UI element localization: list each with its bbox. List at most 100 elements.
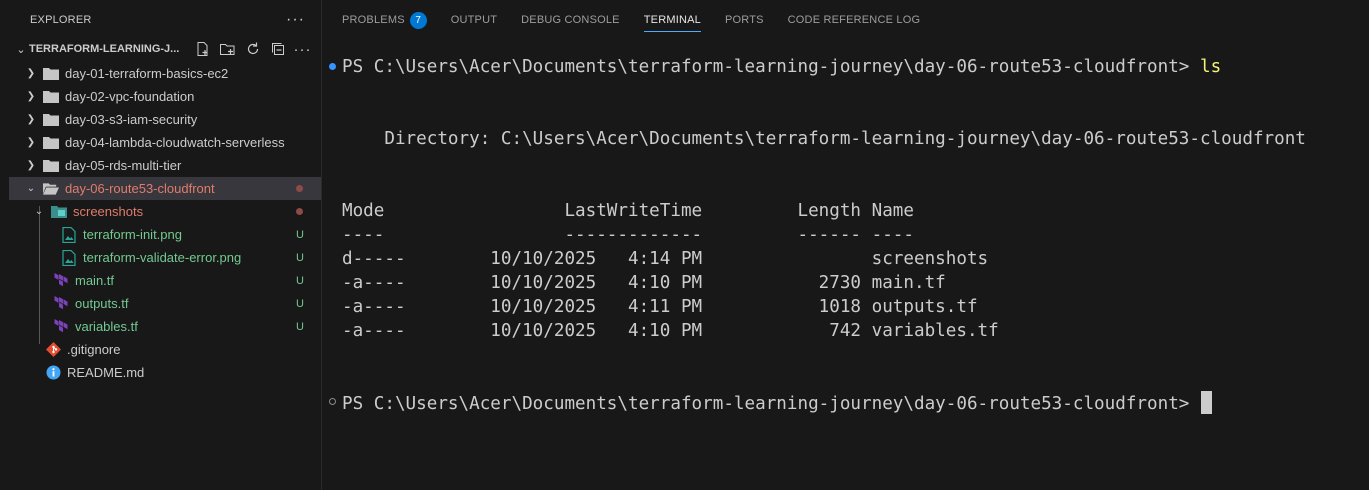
terminal-line-prompt: PS C:\Users\Acer\Documents\terraform-lea… [342,55,1221,79]
tree-item-label: .gitignore [67,342,121,357]
command-text: ls [1199,57,1222,77]
problems-count-badge: 7 [409,11,427,29]
terminal-line-divider: ---- ------------- ------ ---- [342,225,914,245]
tree-item-label: day-03-s3-iam-security [65,112,198,127]
folder-icon [43,158,59,174]
terminal-cursor [1200,391,1212,414]
terminal-line-entry: -a---- 10/10/2025 4:10 PM 742 variables.… [342,321,999,341]
tab-debug-console[interactable]: DEBUG CONSOLE [521,0,620,40]
untracked-badge: U [296,251,304,264]
workspace-folder-header[interactable]: ⌄ TERRAFORM-LEARNING-J... ··· [9,38,321,60]
new-file-icon[interactable] [193,40,212,58]
tab-label: PORTS [724,14,764,26]
tab-code-reference-log[interactable]: CODE REFERENCE LOG [788,0,921,40]
terraform-icon [53,273,69,289]
tree-item-label: screenshots [73,204,144,219]
modified-dot [296,185,303,192]
tree-item-label: variables.tf [75,319,138,334]
untracked-badge: U [296,297,304,310]
tree-item-label: README.md [67,365,145,380]
collapse-all-icon[interactable] [268,40,287,58]
untracked-badge: U [296,320,304,333]
refresh-icon[interactable] [243,40,262,58]
tab-ports[interactable]: PORTS [725,0,764,40]
terminal-line-entry: -a---- 10/10/2025 4:11 PM 1018 outputs.t… [342,297,978,317]
untracked-badge: U [296,274,304,287]
chevron-down-icon: ⌄ [26,183,36,194]
terminal-line-header: Mode LastWriteTime Length Name [342,201,914,221]
tree-item-day-04[interactable]: ❯ day-04-lambda-cloudwatch-serverless [9,131,321,154]
workspace-folder-title: TERRAFORM-LEARNING-J... [29,43,180,55]
image-folder-icon [51,204,67,220]
terminal-line-directory: Directory: C:\Users\Acer\Documents\terra… [342,129,1306,149]
tab-label: PROBLEMS [342,14,405,26]
terminal-line-entry: d----- 10/10/2025 4:14 PM screenshots [342,249,989,269]
file-tree: ❯ day-01-terraform-basics-ec2 ❯ day-02-v… [9,62,321,384]
terminal-line-entry: -a---- 10/10/2025 4:10 PM 2730 main.tf [342,273,946,293]
tree-item-label: day-01-terraform-basics-ec2 [65,66,229,81]
tree-item-day-02[interactable]: ❯ day-02-vpc-foundation [9,85,321,108]
command-success-decoration[interactable] [329,63,336,70]
tree-item-label: outputs.tf [75,296,129,311]
tree-item-main-tf[interactable]: main.tf U [9,269,321,292]
tree-item-gitignore[interactable]: .gitignore [9,338,321,361]
chevron-right-icon: ❯ [26,137,36,148]
prompt-text: PS C:\Users\Acer\Documents\terraform-lea… [342,57,1200,77]
folder-open-icon [43,181,59,197]
tree-item-readme-md[interactable]: README.md [9,361,321,384]
tree-item-day-06[interactable]: ⌄ day-06-route53-cloudfront [9,177,321,200]
info-icon [45,365,61,381]
explorer-more-icon[interactable]: ··· [286,11,305,29]
folder-icon [43,89,59,105]
tab-label: OUTPUT [450,14,498,26]
terraform-icon [53,319,69,335]
explorer-header: EXPLORER ··· [9,0,321,40]
explorer-title: EXPLORER [30,14,92,26]
tree-item-terraform-validate-error-png[interactable]: terraform-validate-error.png U [9,246,321,269]
chevron-right-icon: ❯ [26,160,36,171]
tree-item-label: day-06-route53-cloudfront [65,181,215,196]
more-actions-icon[interactable]: ··· [293,40,312,58]
terraform-icon [53,296,69,312]
panel-tabs: PROBLEMS 7 OUTPUT DEBUG CONSOLE TERMINAL… [322,0,1369,40]
folder-icon [43,112,59,128]
chevron-down-icon: ⌄ [16,43,26,56]
git-icon [45,342,61,358]
tree-item-screenshots[interactable]: ⌄ screenshots [9,200,321,223]
tab-terminal[interactable]: TERMINAL [643,0,702,40]
image-file-icon [61,249,77,266]
terminal-view[interactable]: PS C:\Users\Acer\Documents\terraform-lea… [322,40,1369,490]
chevron-right-icon: ❯ [26,91,36,102]
tab-output[interactable]: OUTPUT [451,0,497,40]
tree-item-day-05[interactable]: ❯ day-05-rds-multi-tier [9,154,321,177]
explorer-sidebar: EXPLORER ··· ⌄ TERRAFORM-LEARNING-J... ·… [9,0,322,490]
prompt-text: PS C:\Users\Acer\Documents\terraform-lea… [342,394,1200,414]
tab-problems[interactable]: PROBLEMS 7 [342,0,427,40]
tree-item-variables-tf[interactable]: variables.tf U [9,315,321,338]
chevron-right-icon: ❯ [26,114,36,125]
tree-item-day-01[interactable]: ❯ day-01-terraform-basics-ec2 [9,62,321,85]
bottom-panel: PROBLEMS 7 OUTPUT DEBUG CONSOLE TERMINAL… [322,0,1369,490]
chevron-right-icon: ❯ [26,68,36,79]
chevron-down-icon: ⌄ [34,206,44,217]
folder-icon [43,66,59,82]
image-file-icon [61,226,77,243]
terminal-line-prompt: PS C:\Users\Acer\Documents\terraform-lea… [342,391,1212,416]
tree-item-label: day-05-rds-multi-tier [65,158,182,173]
tab-label: CODE REFERENCE LOG [787,14,921,26]
tree-item-label: day-04-lambda-cloudwatch-serverless [65,135,285,150]
tree-item-outputs-tf[interactable]: outputs.tf U [9,292,321,315]
tree-item-label: day-02-vpc-foundation [65,89,195,104]
tree-item-terraform-init-png[interactable]: terraform-init.png U [9,223,321,246]
untracked-badge: U [296,228,304,241]
command-pending-decoration[interactable] [329,398,336,405]
new-folder-icon[interactable] [218,40,237,58]
tree-item-day-03[interactable]: ❯ day-03-s3-iam-security [9,108,321,131]
modified-dot [296,208,303,215]
folder-icon [43,135,59,151]
tree-item-label: terraform-validate-error.png [83,250,242,265]
tree-item-label: main.tf [75,273,115,288]
tab-label: DEBUG CONSOLE [521,14,620,26]
tab-label: TERMINAL [643,14,701,26]
tree-item-label: terraform-init.png [83,227,182,242]
